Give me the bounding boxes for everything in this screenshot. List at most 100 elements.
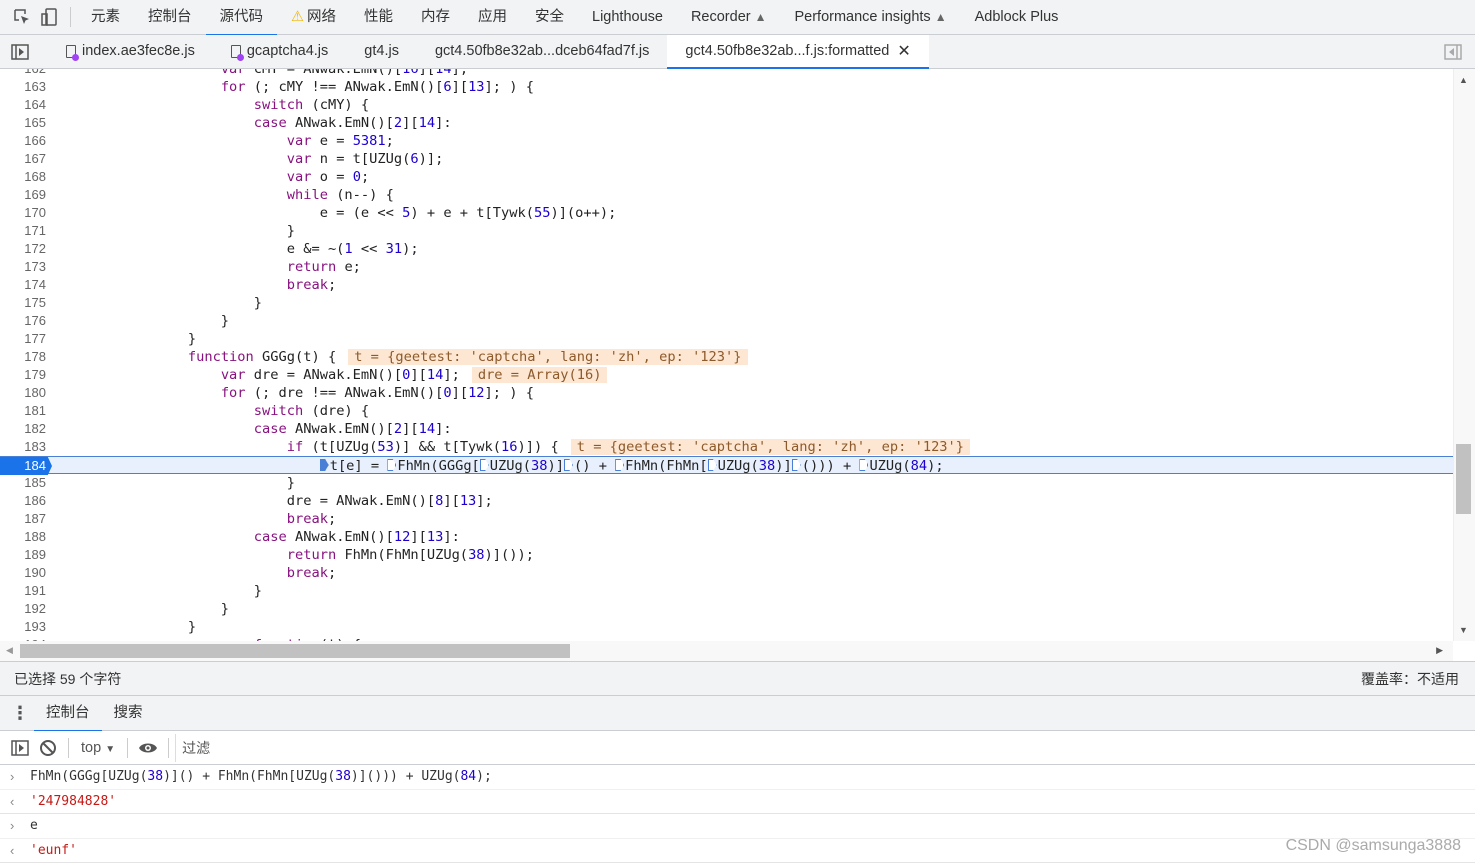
- file-tab[interactable]: gcaptcha4.js: [213, 35, 346, 68]
- code-line[interactable]: 176 }: [0, 312, 1453, 330]
- panel-tab[interactable]: ⚠ 网络: [277, 0, 350, 35]
- line-number[interactable]: 166: [0, 132, 52, 150]
- code-line[interactable]: 177 }: [0, 330, 1453, 348]
- line-number[interactable]: 187: [0, 510, 52, 528]
- inline-breakpoint-marker-icon[interactable]: [859, 459, 869, 471]
- line-number[interactable]: 167: [0, 150, 52, 168]
- code-editor[interactable]: 162 var cMY = ANwak.EmN()[16][14];163 fo…: [0, 69, 1453, 641]
- inspect-element-icon[interactable]: [8, 3, 36, 31]
- line-number[interactable]: 175: [0, 294, 52, 312]
- panel-tab[interactable]: Lighthouse: [578, 0, 677, 35]
- panel-tab[interactable]: 安全: [521, 0, 578, 35]
- line-number[interactable]: 169: [0, 186, 52, 204]
- coverage-status[interactable]: 覆盖率：不适用: [1361, 669, 1459, 689]
- code-line[interactable]: 192 }: [0, 600, 1453, 618]
- console-text[interactable]: 'eunf': [30, 843, 77, 858]
- code-line[interactable]: 163 for (; cMY !== ANwak.EmN()[6][13]; )…: [0, 78, 1453, 96]
- code-line[interactable]: 175 }: [0, 294, 1453, 312]
- code-line[interactable]: 174 break;: [0, 276, 1453, 294]
- vertical-scroll-thumb[interactable]: [1456, 444, 1471, 514]
- file-tab[interactable]: gct4.50fb8e32ab...f.js:formatted ✕: [667, 35, 930, 69]
- code-line[interactable]: 167 var n = t[UZUg(6)];: [0, 150, 1453, 168]
- paused-code-line[interactable]: 184 t[e] = FhMn(GGGg[UZUg(38)]() + FhMn(…: [0, 456, 1453, 475]
- code-line[interactable]: 187 break;: [0, 510, 1453, 528]
- panel-tab[interactable]: 源代码: [205, 0, 278, 36]
- line-number[interactable]: 165: [0, 114, 52, 132]
- code-line[interactable]: 186 dre = ANwak.EmN()[8][13];: [0, 492, 1453, 510]
- code-line[interactable]: 180 for (; dre !== ANwak.EmN()[0][12]; )…: [0, 384, 1453, 402]
- inline-breakpoint-marker-icon[interactable]: [563, 459, 573, 471]
- line-number[interactable]: 170: [0, 204, 52, 222]
- device-toolbar-icon[interactable]: [36, 3, 64, 31]
- file-tab[interactable]: index.ae3fec8e.js: [48, 35, 213, 68]
- panel-tab[interactable]: 应用: [464, 0, 521, 35]
- panel-tab[interactable]: 性能: [350, 0, 407, 35]
- code-line[interactable]: 190 break;: [0, 564, 1453, 582]
- line-number[interactable]: 180: [0, 384, 52, 402]
- active-breakpoint-marker-icon[interactable]: [319, 459, 329, 471]
- inline-breakpoint-marker-icon[interactable]: [479, 459, 489, 471]
- code-line[interactable]: 182 case ANwak.EmN()[2][14]:: [0, 420, 1453, 438]
- live-expression-eye-icon[interactable]: [134, 734, 162, 762]
- toggle-navigator-icon[interactable]: [6, 38, 34, 66]
- panel-tab[interactable]: 内存: [407, 0, 464, 35]
- code-line[interactable]: 189 return FhMn(FhMn[UZUg(38)]());: [0, 546, 1453, 564]
- drawer-tab[interactable]: 控制台: [34, 696, 102, 732]
- console-sidebar-icon[interactable]: [6, 734, 34, 762]
- code-line[interactable]: 185 }: [0, 474, 1453, 492]
- line-number[interactable]: 179: [0, 366, 52, 384]
- code-line[interactable]: 172 e &= ~(1 << 31);: [0, 240, 1453, 258]
- line-number[interactable]: 173: [0, 258, 52, 276]
- code-line[interactable]: 164 switch (cMY) {: [0, 96, 1453, 114]
- line-number[interactable]: 177: [0, 330, 52, 348]
- line-number[interactable]: 172: [0, 240, 52, 258]
- code-line[interactable]: 169 while (n--) {: [0, 186, 1453, 204]
- line-number[interactable]: 163: [0, 78, 52, 96]
- line-number[interactable]: 171: [0, 222, 52, 240]
- drawer-tab[interactable]: 搜索: [102, 696, 155, 731]
- code-line[interactable]: 170 e = (e << 5) + e + t[Tywk(55)](o++);: [0, 204, 1453, 222]
- panel-tab[interactable]: 控制台: [134, 0, 206, 35]
- scroll-right-icon[interactable]: ▶: [1436, 645, 1443, 656]
- line-number[interactable]: 164: [0, 96, 52, 114]
- file-tab[interactable]: gct4.50fb8e32ab...dceb64fad7f.js: [417, 35, 667, 68]
- scroll-left-icon[interactable]: ◀: [6, 645, 13, 656]
- console-text[interactable]: e: [30, 818, 38, 833]
- line-number[interactable]: 185: [0, 474, 52, 492]
- inline-breakpoint-marker-icon[interactable]: [615, 459, 625, 471]
- line-number[interactable]: 193: [0, 618, 52, 636]
- line-number[interactable]: 168: [0, 168, 52, 186]
- context-selector[interactable]: top ▼: [75, 740, 121, 756]
- horizontal-scrollbar[interactable]: ◀ ▶: [0, 641, 1453, 661]
- line-number[interactable]: 192: [0, 600, 52, 618]
- line-number[interactable]: 181: [0, 402, 52, 420]
- code-line[interactable]: 183 if (t[UZUg(53)] && t[Tywk(16)]) {t =…: [0, 438, 1453, 456]
- line-number[interactable]: 189: [0, 546, 52, 564]
- code-line[interactable]: 168 var o = 0;: [0, 168, 1453, 186]
- line-number[interactable]: 191: [0, 582, 52, 600]
- inline-breakpoint-marker-icon[interactable]: [707, 459, 717, 471]
- code-line[interactable]: 191 }: [0, 582, 1453, 600]
- line-number[interactable]: 186: [0, 492, 52, 510]
- line-number[interactable]: 182: [0, 420, 52, 438]
- inline-breakpoint-marker-icon[interactable]: [387, 459, 397, 471]
- line-number[interactable]: 174: [0, 276, 52, 294]
- code-line[interactable]: 179 var dre = ANwak.EmN()[0][14]; dre = A…: [0, 366, 1453, 384]
- code-line[interactable]: 171 }: [0, 222, 1453, 240]
- line-number[interactable]: 176: [0, 312, 52, 330]
- code-line[interactable]: 166 var e = 5381;: [0, 132, 1453, 150]
- vertical-scrollbar[interactable]: ▲ ▼: [1453, 69, 1475, 641]
- code-line[interactable]: 162 var cMY = ANwak.EmN()[16][14];: [0, 69, 1453, 78]
- code-line[interactable]: 193 }: [0, 618, 1453, 636]
- inline-breakpoint-marker-icon[interactable]: [791, 459, 801, 471]
- console-output[interactable]: › FhMn(GGGg[UZUg(38)]() + FhMn(FhMn[UZUg(…: [0, 765, 1475, 863]
- scroll-down-icon[interactable]: ▼: [1459, 625, 1468, 635]
- code-line[interactable]: 178 function GGGg(t) {t = {geetest: 'cap…: [0, 348, 1453, 366]
- breakpoint-line-number[interactable]: 184: [0, 457, 52, 475]
- more-options-icon[interactable]: ⋮: [6, 699, 34, 727]
- console-filter-input[interactable]: [175, 733, 1475, 762]
- code-line[interactable]: 188 case ANwak.EmN()[12][13]:: [0, 528, 1453, 546]
- code-line[interactable]: 181 switch (dre) {: [0, 402, 1453, 420]
- close-tab-icon[interactable]: ✕: [897, 35, 910, 68]
- line-number[interactable]: 162: [0, 69, 52, 78]
